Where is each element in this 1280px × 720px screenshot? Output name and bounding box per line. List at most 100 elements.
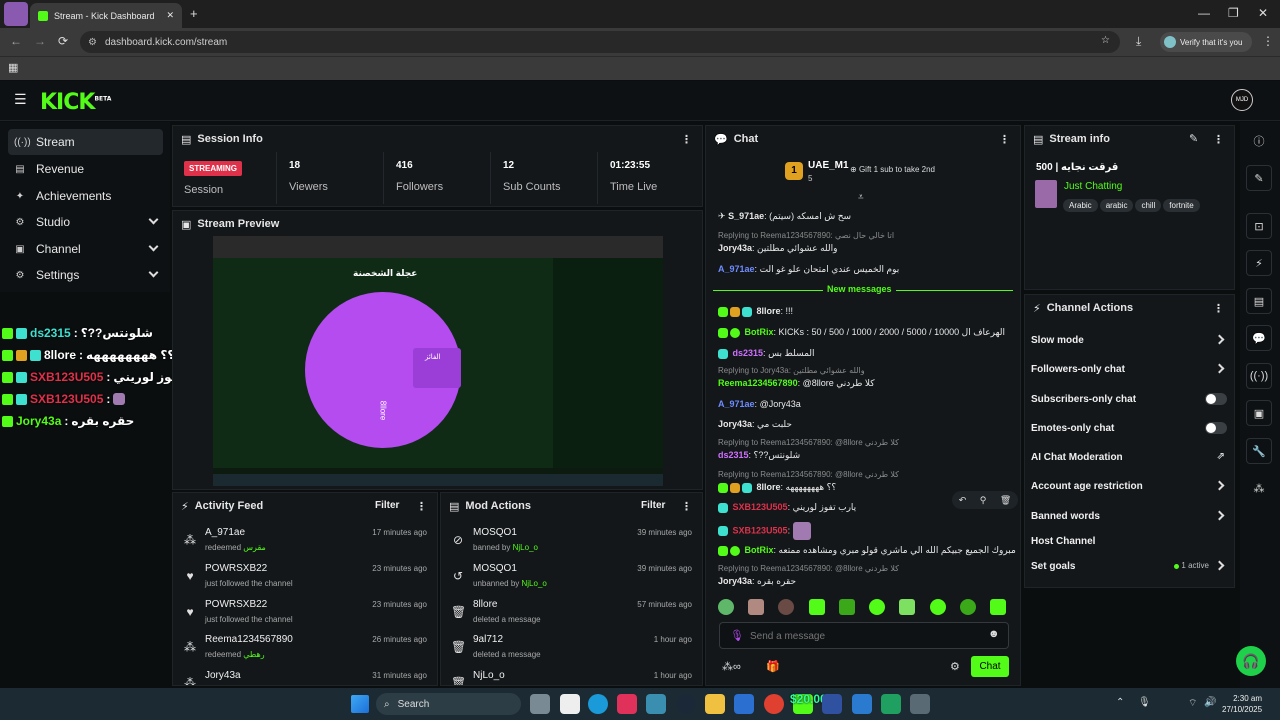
volume-icon[interactable]: 🔊: [1204, 697, 1216, 708]
chat-username[interactable]: BotRix: [745, 545, 774, 555]
back-icon[interactable]: ←: [10, 34, 22, 48]
file-explorer-icon[interactable]: [530, 694, 550, 714]
mod-row[interactable]: 🗑 8llore deleted a message 57 minutes ag…: [441, 595, 702, 631]
wrench-tool-icon[interactable]: 🔧: [1246, 438, 1272, 464]
chat-message[interactable]: ✈ S_971ae: سح ش امسكه (سيتم): [718, 211, 1018, 222]
app-icon[interactable]: [646, 694, 666, 714]
subscribers-only-action[interactable]: Subscribers-only chat: [1031, 385, 1231, 414]
chat-username[interactable]: SXB123U505: [733, 525, 788, 535]
chat-tool-icon[interactable]: 💬: [1246, 325, 1272, 351]
chat-username[interactable]: Jory43a: [718, 419, 752, 429]
more-options-icon[interactable]: ⋮: [416, 500, 427, 513]
account-age-action[interactable]: Account age restriction: [1031, 472, 1231, 501]
card-tool-icon[interactable]: ▣: [1246, 400, 1272, 426]
emotes-only-action[interactable]: Emotes-only chat: [1031, 414, 1231, 443]
chat-message[interactable]: ds2315: شلونتس??؟: [718, 450, 1018, 461]
mod-row[interactable]: 🗑 NjLo_o 1 hour ago: [441, 666, 702, 685]
channel-points-icon[interactable]: ⁂∞: [722, 660, 741, 673]
wifi-icon[interactable]: ⌔: [1188, 697, 1197, 710]
emoji-picker-icon[interactable]: ☻: [988, 628, 1000, 640]
site-info-icon[interactable]: ⚙: [88, 37, 97, 48]
chat-message[interactable]: SXB123U505: يارب تفوز لوريني: [718, 502, 948, 513]
emote-icon[interactable]: [989, 599, 1006, 615]
kick-logo[interactable]: KICKBETA: [40, 90, 111, 115]
tag[interactable]: chill: [1135, 199, 1162, 212]
edit-pencil-icon[interactable]: ✎: [1189, 132, 1198, 145]
sidebar-item-channel[interactable]: ▣ Channel: [8, 236, 163, 262]
sidebar-item-settings[interactable]: ⚙ Settings: [8, 262, 163, 288]
category-thumbnail[interactable]: [1035, 180, 1057, 208]
more-options-icon[interactable]: ⋮: [1213, 133, 1224, 146]
folder-icon[interactable]: [705, 694, 725, 714]
app-icon[interactable]: [734, 694, 754, 714]
minimize-icon[interactable]: —: [1198, 6, 1210, 20]
send-chat-button[interactable]: Chat: [971, 656, 1009, 677]
more-options-icon[interactable]: ⋮: [1213, 302, 1224, 315]
set-goals-action[interactable]: Set goals 1 active: [1031, 552, 1231, 581]
chat-message[interactable]: A_971ae: @Jory43a: [718, 399, 1018, 409]
gift-box-icon[interactable]: 🎁: [766, 660, 780, 673]
app-icon[interactable]: [852, 694, 872, 714]
chat-username[interactable]: 8llore: [757, 482, 781, 492]
microphone-icon[interactable]: 🎙: [730, 629, 744, 642]
more-options-icon[interactable]: ⋮: [681, 133, 692, 146]
clock[interactable]: 2:30 am 27/10/2025: [1222, 693, 1262, 715]
close-window-icon[interactable]: ✕: [1258, 6, 1268, 20]
chat-username[interactable]: A_971ae: [718, 399, 755, 409]
activity-row[interactable]: ♥ POWRSXB22 just followed the channel 23…: [173, 559, 437, 595]
points-tool-icon[interactable]: ⁂: [1246, 475, 1272, 501]
activity-row[interactable]: ♥ POWRSXB22 just followed the channel 23…: [173, 595, 437, 631]
windows-start-icon[interactable]: [351, 695, 369, 713]
app-icon[interactable]: [910, 694, 930, 714]
gift-sub-button[interactable]: ⊕ Gift 1 sub to take 2nd: [850, 165, 935, 174]
sidebar-item-studio[interactable]: ⚙ Studio: [8, 209, 163, 235]
chat-username[interactable]: A_971ae: [718, 264, 755, 274]
sidebar-item-stream[interactable]: ((·)) Stream: [8, 129, 163, 155]
mic-tray-icon[interactable]: 🎙: [1138, 697, 1151, 708]
edge-icon[interactable]: [588, 694, 608, 714]
emote-icon[interactable]: [869, 599, 886, 615]
url-input[interactable]: ⚙ dashboard.kick.com/stream ☆: [80, 31, 1120, 53]
chat-message[interactable]: ds2315: المسلط بس: [718, 348, 1018, 359]
download-icon[interactable]: ⤓: [1136, 34, 1141, 49]
pinned-collapse-icon[interactable]: ⩡: [858, 192, 864, 203]
close-tab-icon[interactable]: ✕: [166, 10, 174, 21]
delete-icon[interactable]: 🗑: [1000, 495, 1011, 506]
category-name[interactable]: Just Chatting: [1064, 181, 1122, 192]
chat-username[interactable]: 8llore: [757, 306, 781, 316]
emote-icon[interactable]: [718, 599, 734, 615]
tray-chevron-icon[interactable]: ⌃: [1116, 697, 1124, 708]
reload-icon[interactable]: ⟳: [58, 34, 68, 48]
apps-grid-icon[interactable]: ▦: [8, 61, 18, 74]
browser-menu-icon[interactable]: ⋮: [1262, 34, 1274, 48]
sidebar-item-achievements[interactable]: ✦ Achievements: [8, 183, 163, 209]
ai-moderation-action[interactable]: AI Chat Moderation ⇗: [1031, 443, 1231, 472]
mod-row[interactable]: 🗑 9al712 deleted a message 1 hour ago: [441, 630, 702, 666]
emote-icon[interactable]: [838, 599, 855, 615]
activity-row[interactable]: ⁂ A_971ae redeemed مقرس 17 minutes ago: [173, 523, 437, 559]
info-icon[interactable]: ⓘ: [1246, 128, 1272, 154]
emotes-only-toggle[interactable]: [1205, 422, 1227, 434]
filter-button[interactable]: Filter: [375, 500, 399, 511]
chat-settings-icon[interactable]: ⚙: [950, 660, 960, 673]
filter-button[interactable]: Filter: [641, 500, 665, 511]
maximize-icon[interactable]: ❐: [1228, 6, 1239, 20]
edit-icon[interactable]: ✎: [1246, 165, 1272, 191]
chat-message[interactable]: BotRix: مبروك الجميع جبيكم الله الي ماشر…: [718, 545, 1018, 556]
slow-mode-action[interactable]: Slow mode: [1031, 326, 1231, 355]
forward-icon[interactable]: →: [34, 34, 46, 48]
chat-message[interactable]: BotRix: KICKs : 50 / 500 / 1000 / 2000 /…: [718, 327, 1018, 338]
emote-icon[interactable]: [929, 599, 946, 615]
activity-row[interactable]: ⁂ Jory43a 31 minutes ago: [173, 666, 437, 685]
profile-chip[interactable]: Verify that it's you: [1160, 32, 1252, 52]
tag[interactable]: fortnite: [1163, 199, 1200, 212]
chat-message[interactable]: Jory43a: حقره بقره: [718, 576, 1018, 587]
sidebar-item-revenue[interactable]: ▤ Revenue: [8, 156, 163, 182]
steam-icon[interactable]: [676, 694, 696, 714]
chat-input-box[interactable]: 🎙 ☻: [719, 622, 1009, 649]
more-options-icon[interactable]: ⋮: [681, 500, 692, 513]
stream-preview-video[interactable]: عجلة الشخصنة 8llore الفائز: [213, 236, 663, 486]
tiktok-icon[interactable]: [617, 694, 637, 714]
chat-message[interactable]: Jory43a: حلبت مي: [718, 419, 1018, 430]
app-icon[interactable]: [822, 694, 842, 714]
